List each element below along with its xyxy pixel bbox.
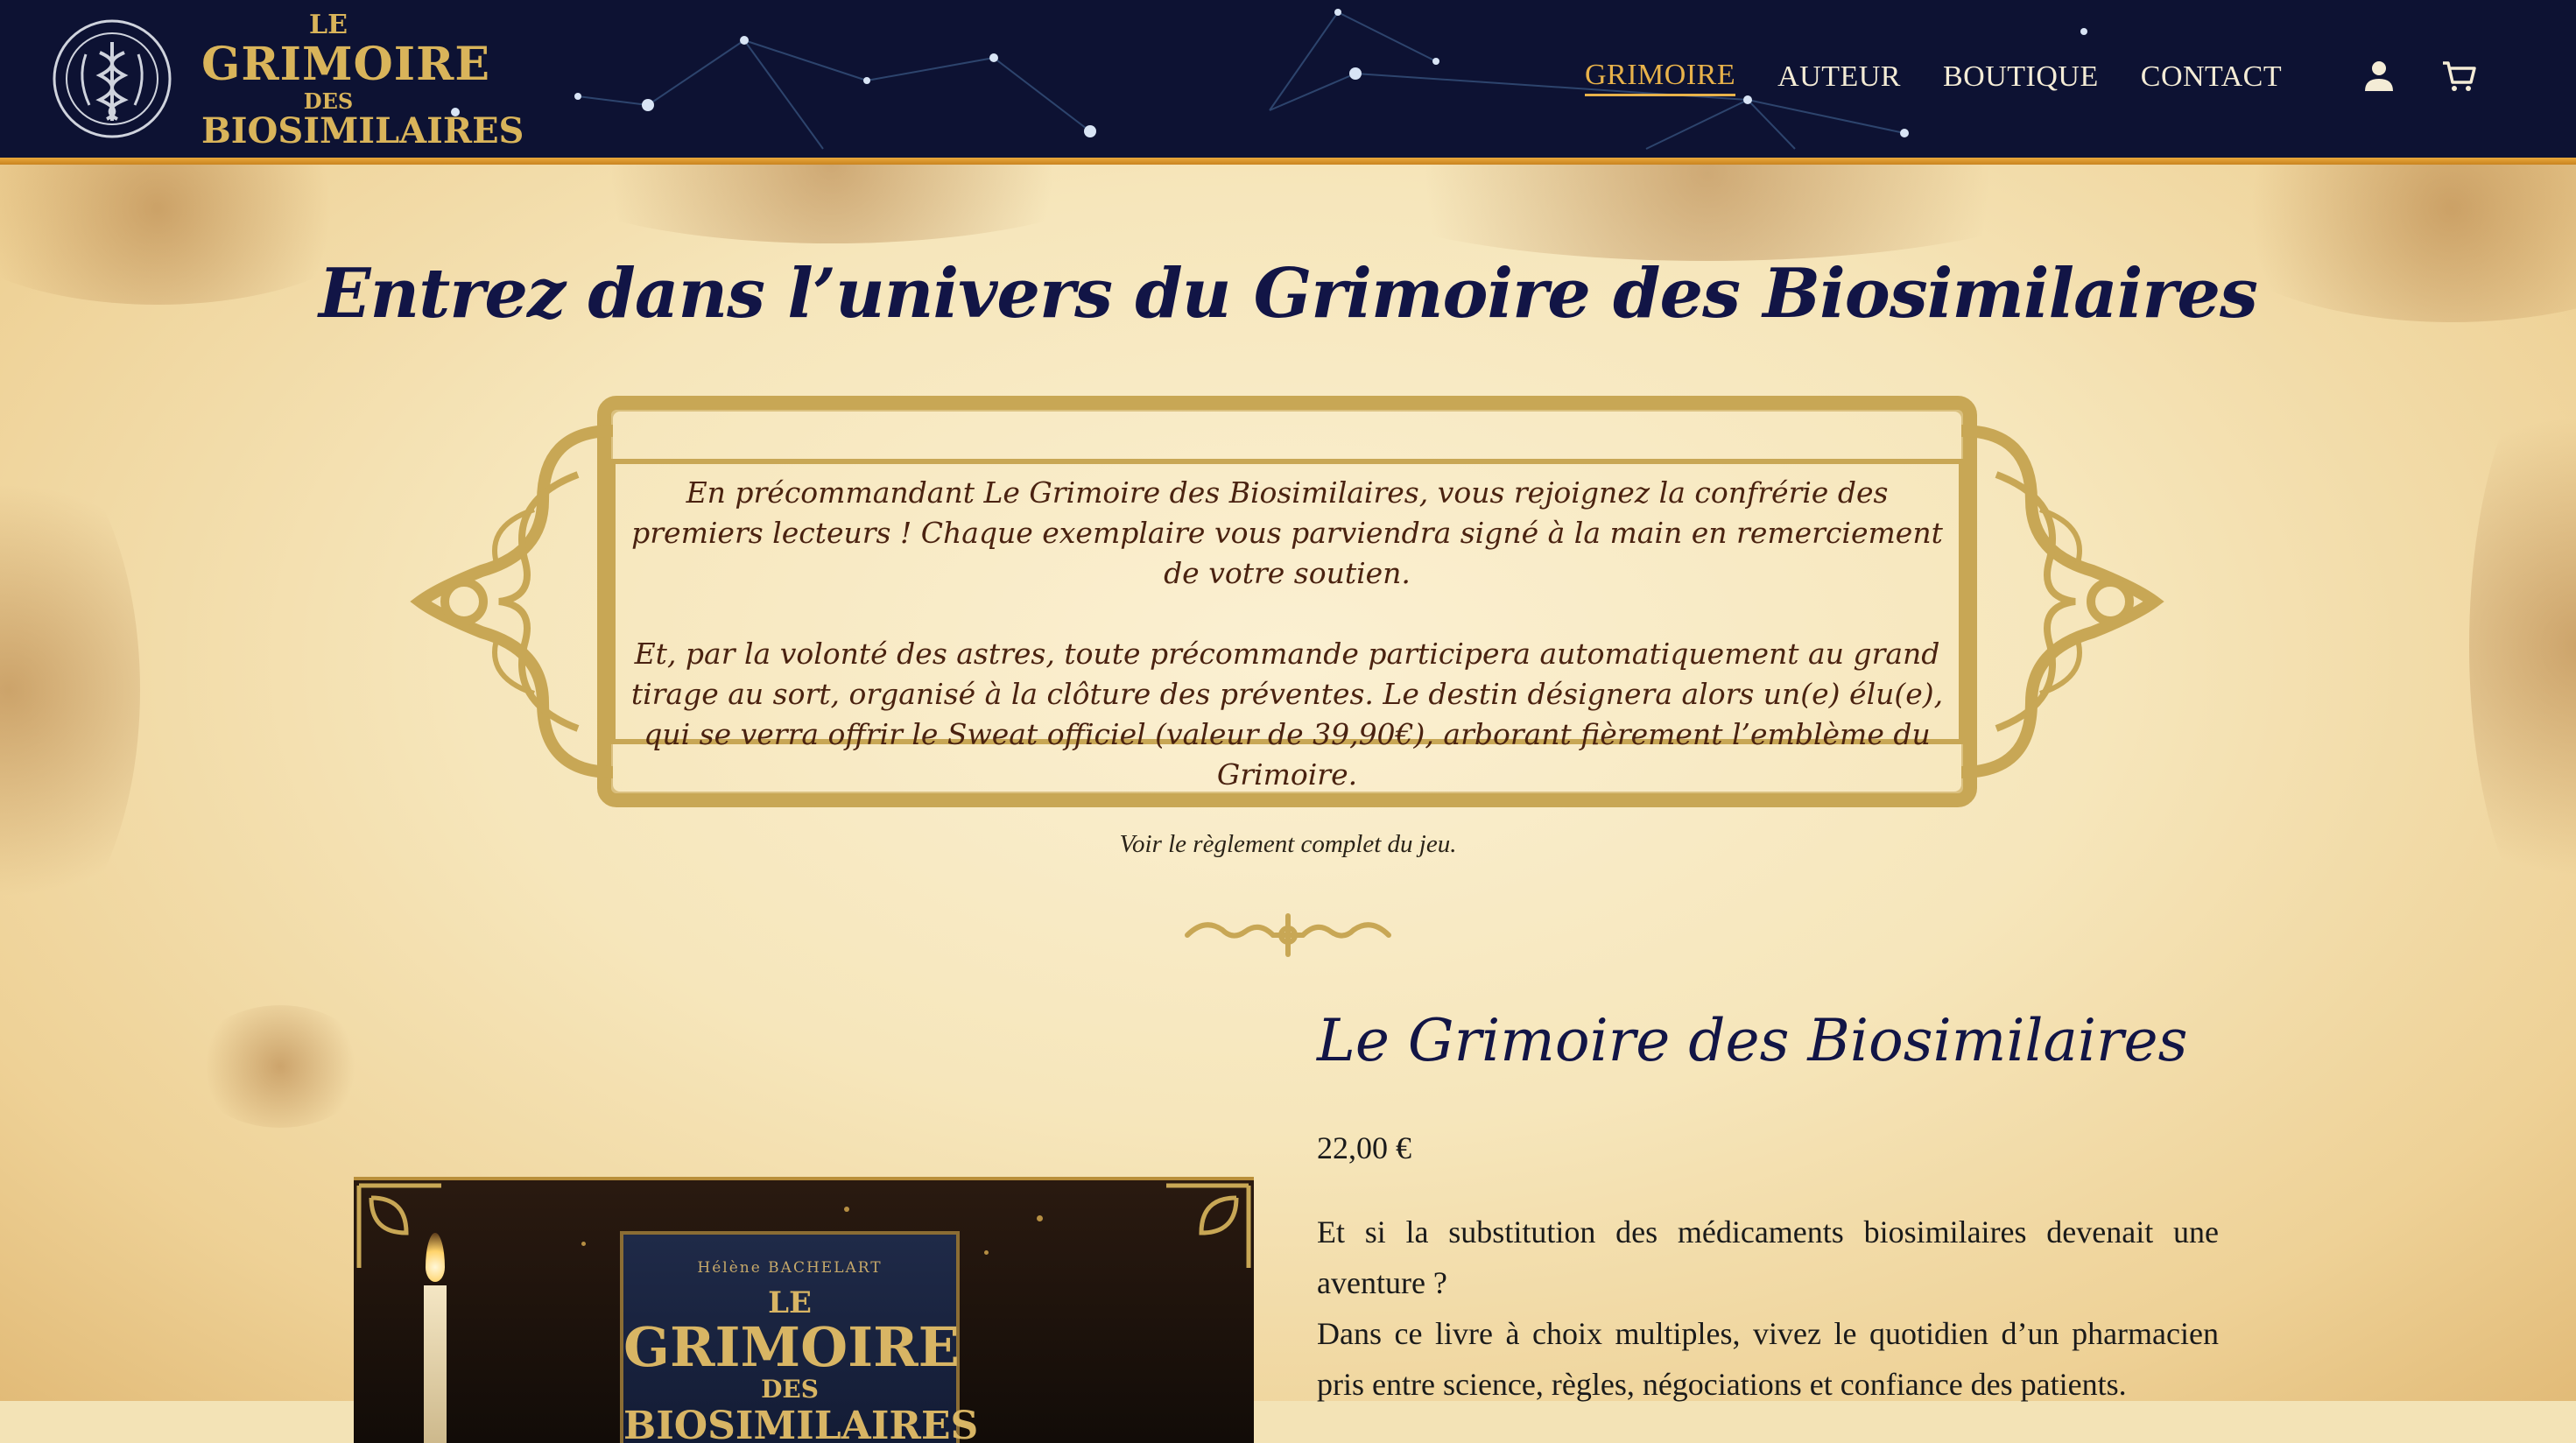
nav-item-contact[interactable]: CONTACT xyxy=(2141,60,2282,94)
flourish-divider-icon xyxy=(1185,913,1391,957)
product-description-line-2: Dans ce livre à choix multiples, vivez l… xyxy=(1317,1316,2219,1402)
logo-line-le: LE xyxy=(309,10,348,40)
corner-ornament-icon xyxy=(1166,1183,1251,1268)
logo-line-des: DES xyxy=(303,88,354,114)
announcement-paragraph-2: Et, par la volonté des astres, toute pré… xyxy=(630,637,1944,792)
announcement-paragraph-1: En précommandant Le Grimoire des Biosimi… xyxy=(631,475,1943,590)
product-title: Le Grimoire des Biosimilaires xyxy=(1317,1007,2188,1074)
logo-line-biosimilaires: BIOSIMILAIRES xyxy=(201,110,524,151)
book-cover: Hélène BACHELART LE GRIMOIRE DES BIOSIMI… xyxy=(620,1231,979,1443)
preorder-announcement: En précommandant Le Grimoire des Biosimi… xyxy=(623,473,1951,795)
product-description: Et si la substitution des médicaments bi… xyxy=(1317,1207,2219,1410)
nav-item-boutique[interactable]: BOUTIQUE xyxy=(1943,60,2099,94)
product-price: 22,00 € xyxy=(1317,1130,1411,1165)
site-logo-wordmark[interactable]: LE GRIMOIRE DES BIOSIMILAIRES xyxy=(201,10,524,151)
candle xyxy=(424,1285,447,1443)
nav-item-auteur[interactable]: AUTEUR xyxy=(1777,60,1901,94)
product-cover-image[interactable]: Hélène BACHELART LE GRIMOIRE DES BIOSIMI… xyxy=(354,1177,1254,1443)
page-title: Entrez dans l’univers du Grimoire des Bi… xyxy=(319,254,2258,334)
book-cover-author: Hélène BACHELART xyxy=(697,1259,883,1277)
logo-line-grimoire: GRIMOIRE xyxy=(201,38,490,91)
book-cover-line-grimoire: GRIMOIRE xyxy=(623,1315,960,1379)
caduceus-logo-emblem[interactable] xyxy=(51,18,173,140)
site-header: LE GRIMOIRE DES BIOSIMILAIRES GRIMOIRE A… xyxy=(0,0,2576,158)
nav-item-grimoire[interactable]: GRIMOIRE xyxy=(1585,59,1736,96)
book-cover-line-biosimilaires: BIOSIMILAIRES xyxy=(623,1404,979,1443)
product-description-line-1: Et si la substitution des médicaments bi… xyxy=(1317,1214,2219,1300)
main-navigation: GRIMOIRE AUTEUR BOUTIQUE CONTACT xyxy=(1585,58,2324,96)
cart-icon[interactable] xyxy=(2439,56,2478,95)
user-icon[interactable] xyxy=(2360,56,2398,95)
header-gold-border xyxy=(0,158,2576,165)
game-rules-link[interactable]: Voir le règlement complet du jeu. xyxy=(0,830,2576,859)
